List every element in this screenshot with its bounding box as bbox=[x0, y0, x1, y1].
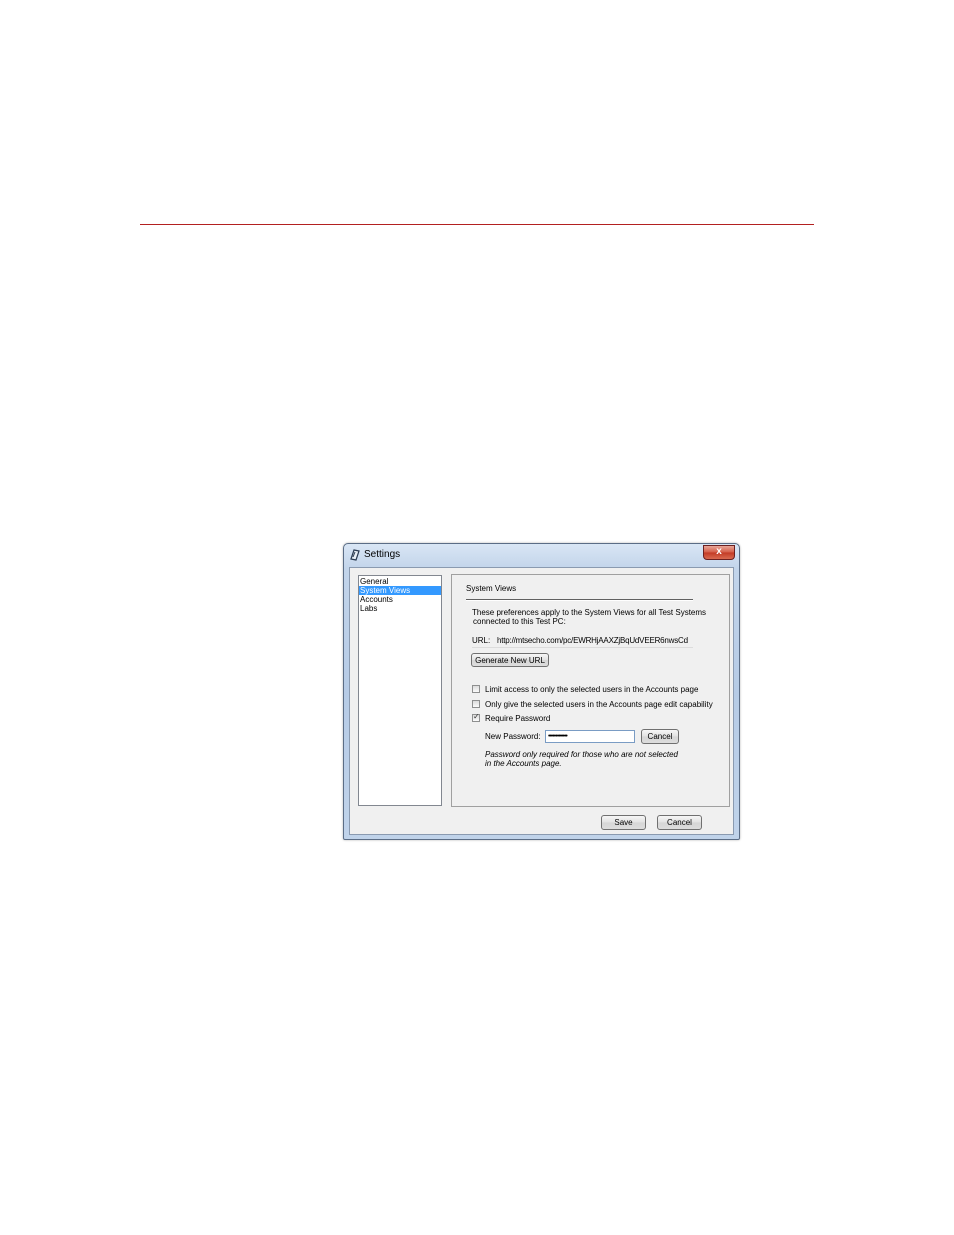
password-note-line-2: in the Accounts page. bbox=[485, 759, 562, 768]
url-value: http://mtsecho.com/pc/EWRHjAAXZjBqUdVEER… bbox=[497, 636, 688, 645]
app-icon bbox=[350, 549, 360, 561]
panel-title: System Views bbox=[466, 584, 517, 593]
settings-category-list[interactable]: General System Views Accounts Labs bbox=[358, 575, 442, 806]
title-divider bbox=[466, 599, 693, 601]
close-button[interactable]: x bbox=[703, 545, 735, 560]
password-note-line-1: Password only required for those who are… bbox=[485, 750, 678, 759]
description-line-2: connected to this Test PC: bbox=[473, 617, 566, 626]
cancel-button[interactable]: Cancel bbox=[657, 815, 702, 830]
require-password-checkbox[interactable]: ✓ bbox=[472, 712, 480, 722]
nav-item-labs[interactable]: Labs bbox=[359, 604, 441, 613]
nav-item-general[interactable]: General bbox=[359, 577, 441, 586]
checkmark-icon: ✓ bbox=[473, 712, 480, 721]
new-password-field[interactable] bbox=[545, 730, 635, 743]
nav-item-accounts[interactable]: Accounts bbox=[359, 595, 441, 604]
new-password-label: New Password: bbox=[485, 732, 541, 741]
page-header-rule bbox=[140, 224, 814, 225]
url-label: URL: bbox=[472, 636, 491, 645]
require-password-label: Require Password bbox=[485, 714, 551, 723]
close-icon: x bbox=[716, 546, 722, 557]
limit-access-label: Limit access to only the selected users … bbox=[485, 685, 699, 694]
save-button[interactable]: Save bbox=[601, 815, 646, 830]
password-cancel-button[interactable]: Cancel bbox=[641, 729, 679, 744]
window-title: Settings bbox=[364, 549, 401, 560]
settings-window: Settings x General System Views Accounts… bbox=[343, 543, 740, 840]
limit-access-checkbox[interactable] bbox=[472, 685, 480, 693]
edit-capability-label: Only give the selected users in the Acco… bbox=[485, 700, 713, 709]
description-line-1: These preferences apply to the System Vi… bbox=[472, 608, 707, 617]
generate-url-button[interactable]: Generate New URL bbox=[471, 653, 549, 667]
title-bar[interactable]: Settings x bbox=[344, 544, 739, 566]
edit-capability-checkbox[interactable] bbox=[472, 700, 480, 708]
system-views-panel: System Views These preferences apply to … bbox=[451, 574, 730, 807]
dialog-client-area: General System Views Accounts Labs Syste… bbox=[349, 567, 734, 835]
url-divider bbox=[472, 647, 693, 648]
nav-item-system-views[interactable]: System Views bbox=[359, 586, 441, 595]
